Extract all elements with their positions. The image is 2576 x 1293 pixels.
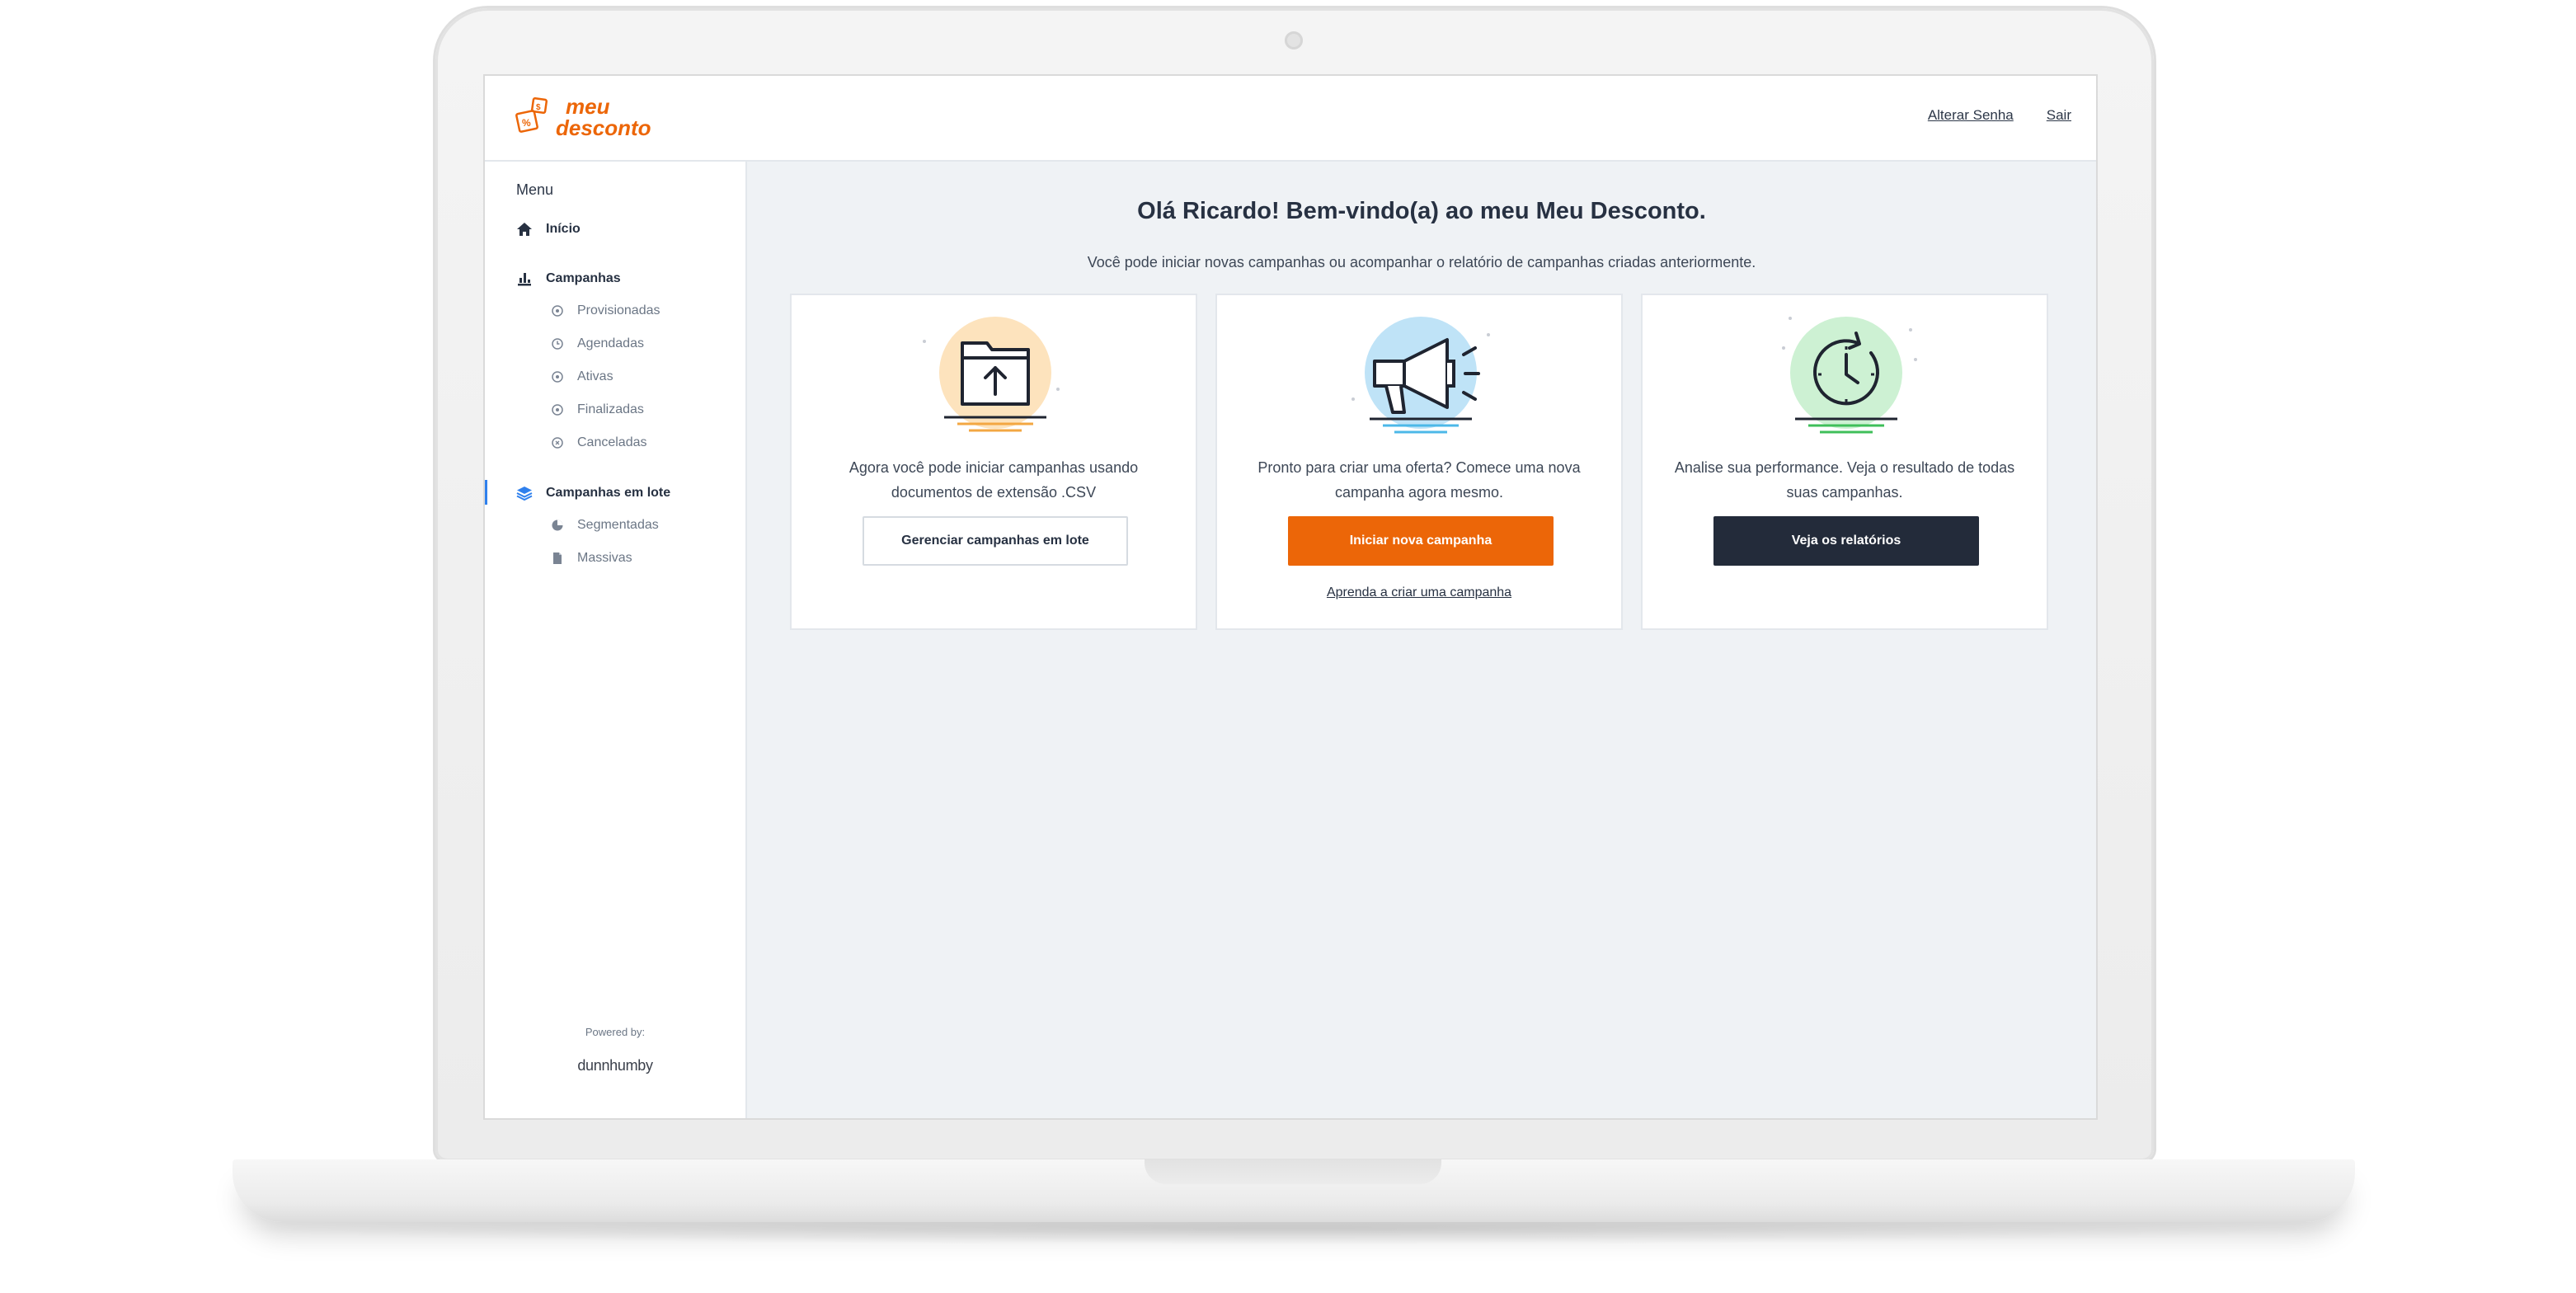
manage-batch-campaigns-button[interactable]: Gerenciar campanhas em lote — [863, 516, 1128, 566]
sidebar-subitem-segmented[interactable]: Segmentadas — [551, 518, 659, 533]
logo-line-1: meu — [566, 94, 610, 119]
new-campaign-card: Pronto para criar uma oferta? Comece uma… — [1215, 294, 1623, 630]
logo-tag-icon: % $ — [515, 96, 548, 133]
logo-line-2: desconto — [556, 115, 651, 140]
pie-chart-icon — [552, 520, 563, 531]
powered-by-label: Powered by: — [585, 1026, 646, 1038]
circle-target-icon — [552, 371, 563, 383]
circle-target-icon — [552, 305, 563, 317]
clock-history-icon — [1782, 317, 1917, 434]
laptop-notch — [1145, 1159, 1441, 1184]
laptop-camera — [1285, 31, 1303, 49]
top-bar: % $ meu desconto Alterar Senha Sair — [485, 76, 2096, 162]
top-links: Alterar Senha Sair — [1928, 107, 2071, 124]
sidebar-subitem-label: Ativas — [577, 369, 613, 383]
sidebar-item-label: Início — [546, 222, 581, 236]
svg-text:$: $ — [536, 103, 541, 112]
sidebar-subitem-scheduled[interactable]: Agendadas — [551, 336, 644, 351]
learn-create-campaign-link[interactable]: Aprenda a criar uma campanha — [1217, 585, 1621, 600]
sidebar: Menu Início Campanhas Provisionadas Agen… — [485, 162, 747, 1118]
sidebar-subitem-label: Canceladas — [577, 435, 647, 449]
file-icon — [553, 552, 562, 564]
welcome-title: Olá Ricardo! Bem-vindo(a) ao meu Meu Des… — [1137, 198, 1706, 224]
sidebar-subitem-active[interactable]: Ativas — [551, 369, 613, 384]
sidebar-subitem-label: Segmentadas — [577, 518, 659, 532]
sidebar-item-label: Campanhas — [546, 271, 621, 285]
layers-icon — [516, 487, 533, 501]
sidebar-item-home[interactable]: Início — [516, 221, 581, 237]
circle-x-icon — [552, 437, 563, 449]
clock-icon — [552, 338, 563, 350]
dunnhumby-logo: dunnhumby — [577, 1057, 653, 1074]
megaphone-icon — [1351, 317, 1490, 434]
sidebar-item-campaigns[interactable]: Campanhas — [516, 270, 621, 287]
logo-wordmark: meu desconto — [556, 96, 651, 139]
sidebar-item-batch-campaigns[interactable]: Campanhas em lote — [516, 485, 670, 501]
sidebar-subitem-provisioned[interactable]: Provisionadas — [551, 303, 660, 318]
batch-campaign-card: Agora você pode iniciar campanhas usando… — [790, 294, 1197, 630]
meu-desconto-logo[interactable]: % $ meu desconto — [515, 94, 651, 140]
sidebar-subitem-cancelled[interactable]: Canceladas — [551, 435, 647, 450]
logout-link[interactable]: Sair — [2047, 107, 2071, 124]
reports-card: Analise sua performance. Veja o resultad… — [1641, 294, 2048, 630]
welcome-subtitle: Você pode iniciar novas campanhas ou aco… — [1087, 254, 1756, 270]
sidebar-item-label: Campanhas em lote — [546, 486, 671, 500]
sidebar-subitem-finished[interactable]: Finalizadas — [551, 402, 644, 417]
sidebar-subitem-label: Finalizadas — [577, 402, 644, 416]
app-screen: % $ meu desconto Alterar Senha Sair Menu… — [485, 76, 2096, 1118]
start-new-campaign-button[interactable]: Iniciar nova campanha — [1288, 516, 1554, 566]
menu-title: Menu — [516, 181, 554, 198]
card-description: Analise sua performance. Veja o resultad… — [1674, 459, 2015, 501]
main-content: Olá Ricardo! Bem-vindo(a) ao meu Meu Des… — [747, 162, 2096, 1118]
bar-chart-icon — [518, 273, 531, 286]
sidebar-subitem-label: Massivas — [577, 551, 632, 565]
view-reports-button[interactable]: Veja os relatórios — [1713, 516, 1979, 566]
svg-text:%: % — [522, 117, 531, 129]
sidebar-subitem-massive[interactable]: Massivas — [551, 551, 632, 566]
sidebar-subitem-label: Agendadas — [577, 336, 644, 350]
folder-upload-icon — [923, 317, 1060, 432]
card-description: Pronto para criar uma oferta? Comece uma… — [1257, 459, 1581, 501]
change-password-link[interactable]: Alterar Senha — [1928, 107, 2014, 124]
card-description: Agora você pode iniciar campanhas usando… — [848, 459, 1139, 501]
circle-target-icon — [552, 404, 563, 416]
home-icon — [517, 223, 532, 236]
sidebar-subitem-label: Provisionadas — [577, 303, 660, 317]
active-indicator — [485, 480, 487, 505]
